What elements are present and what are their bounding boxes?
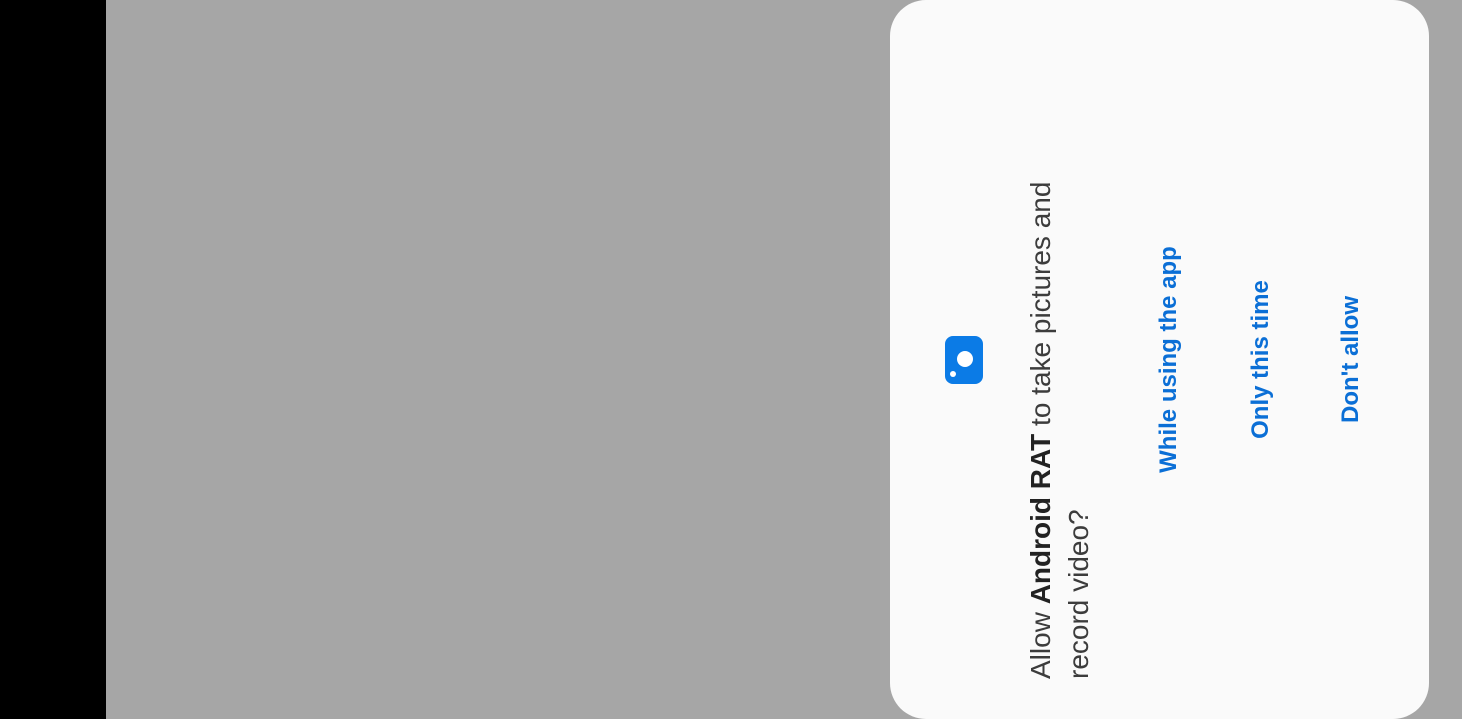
permission-dialog: Allow Android RAT to take pictures and r… [890,0,1429,719]
left-system-bar [0,0,106,719]
camera-lens [957,351,973,367]
permission-message: Allow Android RAT to take pictures and r… [1022,119,1098,679]
message-prefix: Allow [1025,604,1056,679]
dont-allow-button[interactable]: Don't allow [1337,0,1365,719]
while-using-app-button[interactable]: While using the app [1155,0,1183,719]
only-this-time-button[interactable]: Only this time [1247,0,1275,719]
dialog-content: Allow Android RAT to take pictures and r… [890,0,1429,719]
app-name: Android RAT [1025,433,1056,605]
screen: Allow Android RAT to take pictures and r… [0,0,1462,719]
camera-flash-dot [950,371,956,377]
camera-icon [945,336,983,384]
